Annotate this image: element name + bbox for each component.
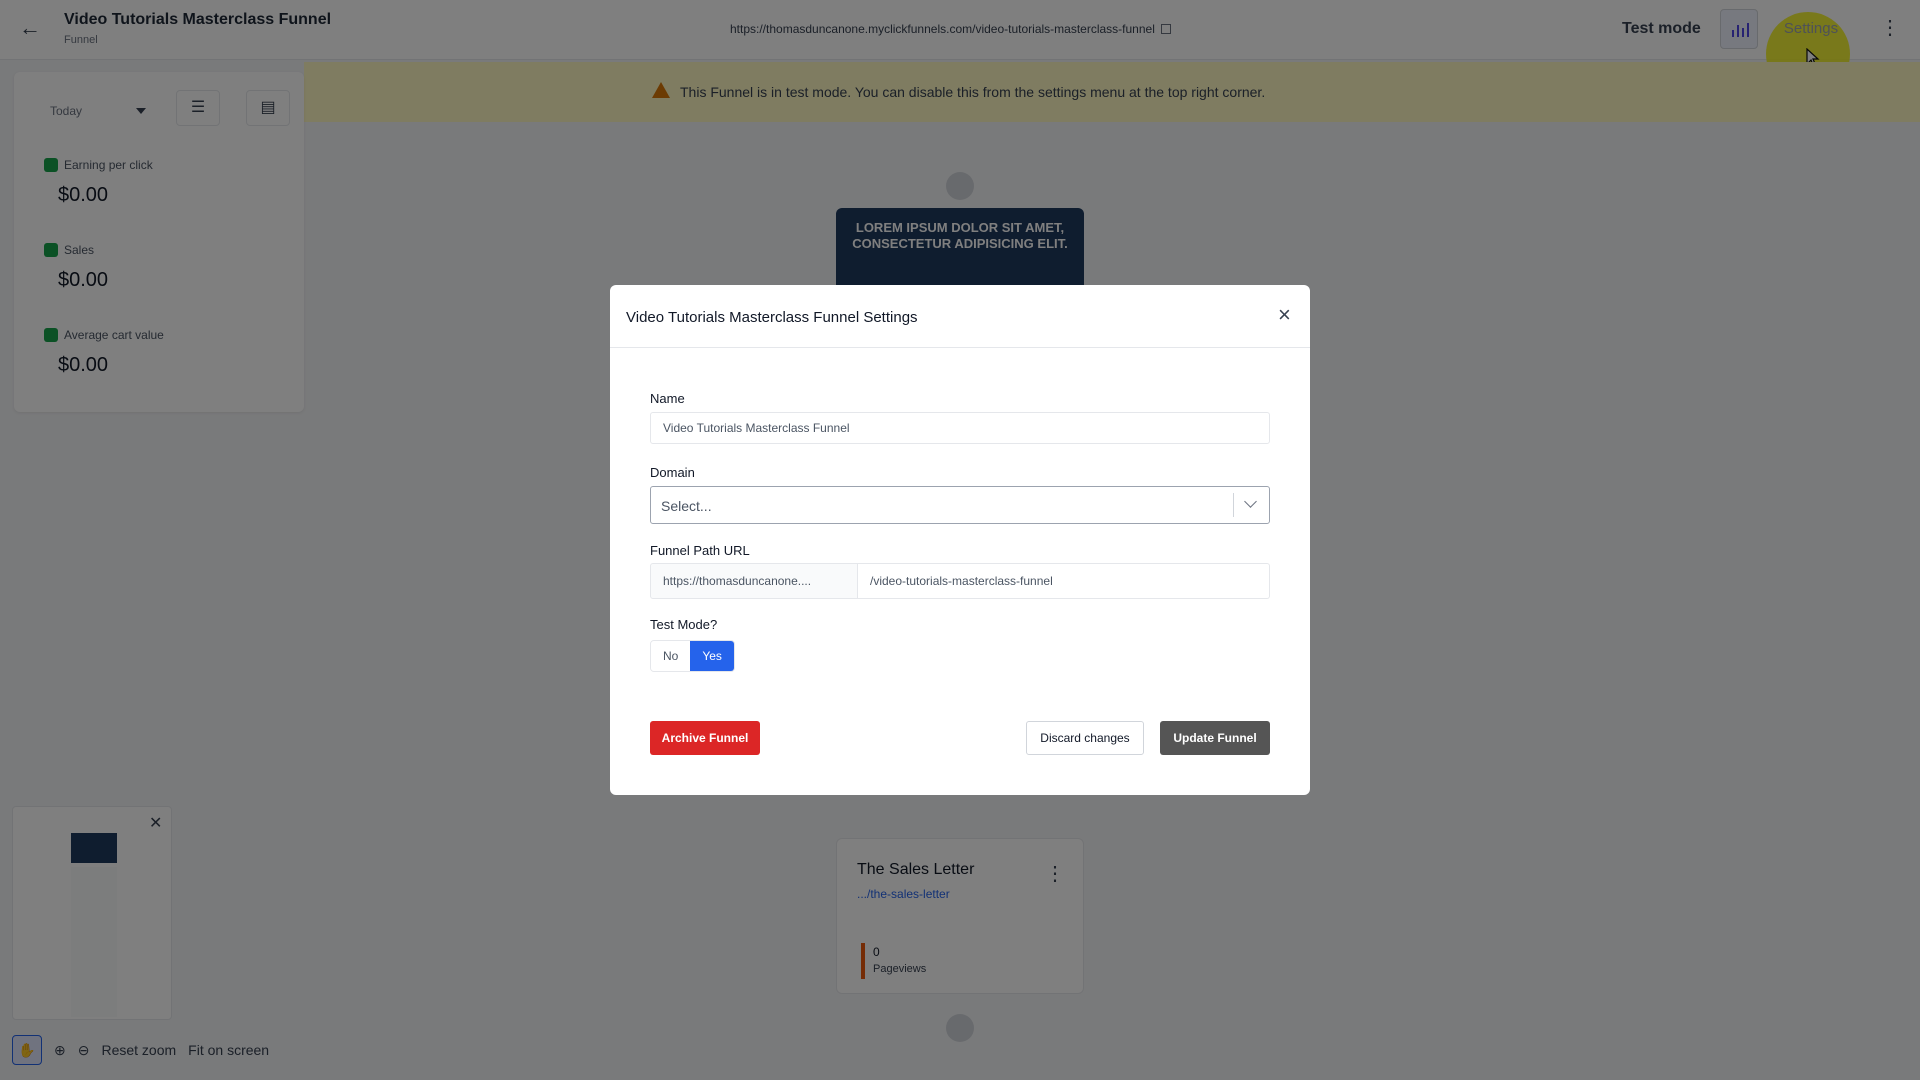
test-mode-label: Test Mode? <box>650 617 718 632</box>
funnel-path-input[interactable] <box>858 563 1270 599</box>
modal-title: Video Tutorials Masterclass Funnel Setti… <box>626 309 918 326</box>
modal-header: Video Tutorials Masterclass Funnel Setti… <box>610 285 1310 348</box>
domain-label: Domain <box>650 465 695 480</box>
funnel-path-label: Funnel Path URL <box>650 543 750 558</box>
update-funnel-button[interactable]: Update Funnel <box>1160 721 1270 755</box>
domain-select[interactable]: Select... <box>650 486 1270 524</box>
domain-placeholder: Select... <box>661 498 712 514</box>
test-mode-toggle: No Yes <box>650 640 735 672</box>
select-separator <box>1233 493 1234 517</box>
discard-changes-button[interactable]: Discard changes <box>1026 721 1144 755</box>
test-mode-yes-option[interactable]: Yes <box>690 641 734 671</box>
close-icon[interactable]: × <box>1278 303 1291 327</box>
name-input[interactable] <box>650 412 1270 444</box>
name-label: Name <box>650 391 685 406</box>
chevron-down-icon <box>1244 495 1257 508</box>
test-mode-no-option[interactable]: No <box>651 641 691 671</box>
funnel-settings-modal: Video Tutorials Masterclass Funnel Setti… <box>610 285 1310 795</box>
archive-funnel-button[interactable]: Archive Funnel <box>650 721 760 755</box>
funnel-path-prefix: https://thomasduncanone.... <box>650 563 858 599</box>
